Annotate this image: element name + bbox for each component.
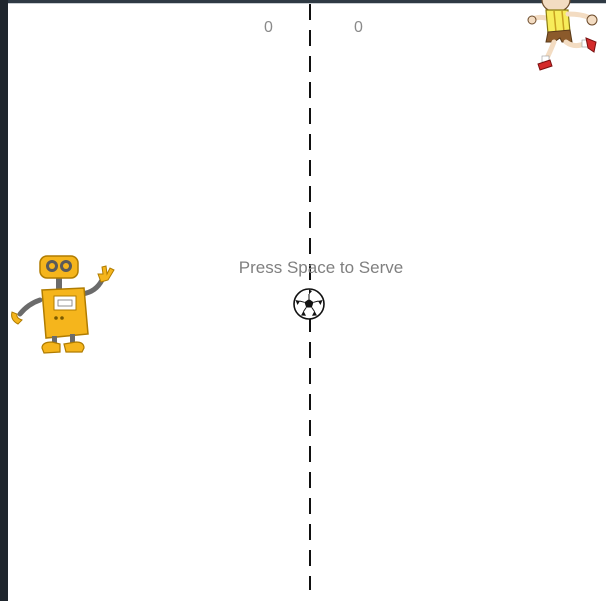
game-window: 0 0 Press Space to Serve	[0, 0, 606, 601]
robot-icon	[11, 255, 115, 354]
left-score: 0	[264, 19, 273, 36]
window-left-edge	[0, 0, 8, 601]
play-field[interactable]: 0 0 Press Space to Serve	[8, 0, 606, 601]
right-score: 0	[354, 19, 363, 36]
running-boy-icon	[527, 0, 598, 71]
window-top-border	[8, 0, 606, 4]
soccer-ball-icon	[293, 288, 325, 320]
